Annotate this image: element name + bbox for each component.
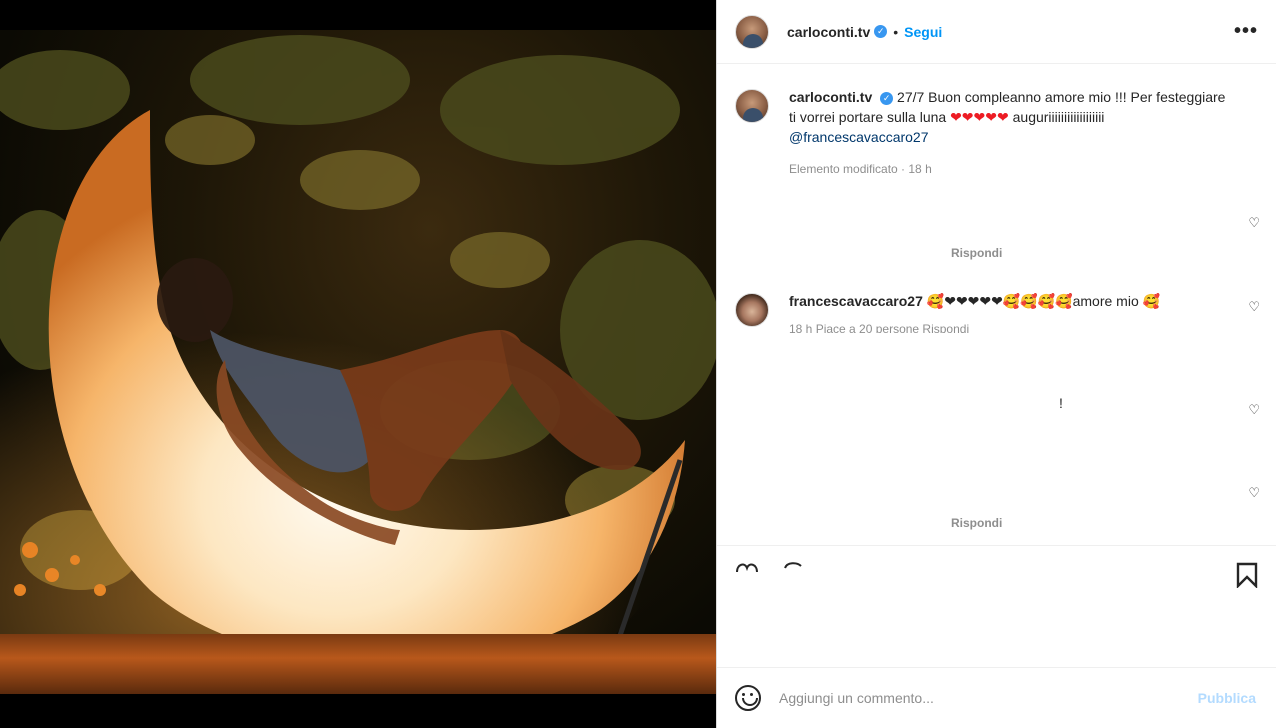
comment-emojis: 🥰❤❤❤❤❤🥰🥰🥰🥰 — [926, 293, 1073, 309]
caption-row: carloconti.tv ✓ 27/7 Buon compleanno amo… — [735, 87, 1262, 179]
add-comment-bar: Pubblica — [717, 667, 1276, 728]
post-actions — [717, 545, 1276, 607]
caption-body: carloconti.tv ✓ 27/7 Buon compleanno amo… — [789, 87, 1262, 179]
publish-button[interactable]: Pubblica — [1198, 690, 1256, 706]
scrollbar[interactable] — [1276, 0, 1280, 728]
ground — [0, 634, 716, 694]
reply-button-2[interactable]: Rispondi — [951, 516, 1002, 530]
heart-icon[interactable] — [735, 560, 765, 574]
author-username[interactable]: carloconti.tv — [787, 24, 870, 40]
verified-icon: ✓ — [880, 91, 894, 105]
photo-scene — [0, 35, 716, 694]
comment-row: francescavaccaro27 🥰❤❤❤❤❤🥰🥰🥰🥰amore mio 🥰… — [735, 291, 1262, 333]
like-heart-icon-2[interactable]: ♡ — [1248, 485, 1260, 501]
caption-mention[interactable]: @francescavaccaro27 — [789, 129, 929, 145]
verified-icon: ✓ — [874, 25, 888, 38]
comment-body: francescavaccaro27 🥰❤❤❤❤❤🥰🥰🥰🥰amore mio 🥰… — [789, 291, 1262, 333]
like-comment-heart-icon[interactable]: ♡ — [1248, 299, 1260, 315]
more-options-icon[interactable]: ••• — [1234, 20, 1258, 43]
bookmark-icon[interactable] — [1236, 562, 1258, 588]
comment-icon[interactable] — [781, 560, 805, 570]
author-avatar[interactable] — [735, 14, 769, 49]
post-side-panel: carloconti.tv ✓ • Segui ••• carloconti.t… — [716, 0, 1276, 728]
commenter-avatar[interactable] — [735, 293, 769, 327]
partial-text: ! — [1059, 395, 1063, 411]
like-caption-heart-icon[interactable]: ♡ — [1248, 215, 1260, 231]
commenter-username[interactable]: francescavaccaro27 — [789, 293, 923, 309]
comment-meta: 18 h Piace a 20 persone Rispondi — [789, 322, 970, 333]
reply-button[interactable]: Rispondi — [951, 246, 1002, 260]
caption-meta: Elemento modificato · 18 h — [789, 162, 932, 176]
post-header: carloconti.tv ✓ • Segui ••• — [717, 0, 1276, 64]
separator: • — [893, 23, 899, 40]
post-photo[interactable] — [0, 30, 716, 694]
comment-input[interactable] — [779, 690, 1198, 706]
comment-emoji-end: 🥰 — [1142, 293, 1161, 309]
comment-text: amore mio — [1072, 293, 1139, 309]
heart-emojis: ❤❤❤❤❤ — [950, 109, 1009, 125]
caption-avatar[interactable] — [735, 89, 769, 123]
follow-button[interactable]: Segui — [904, 24, 942, 40]
like-heart-icon[interactable]: ♡ — [1248, 402, 1260, 418]
post-media — [0, 0, 716, 728]
comments-list: carloconti.tv ✓ 27/7 Buon compleanno amo… — [717, 65, 1276, 544]
caption-text-2: auguriiiiiiiiiiiiiiiiii — [1012, 109, 1105, 125]
emoji-icon[interactable] — [735, 685, 761, 711]
caption-username[interactable]: carloconti.tv — [789, 89, 872, 105]
